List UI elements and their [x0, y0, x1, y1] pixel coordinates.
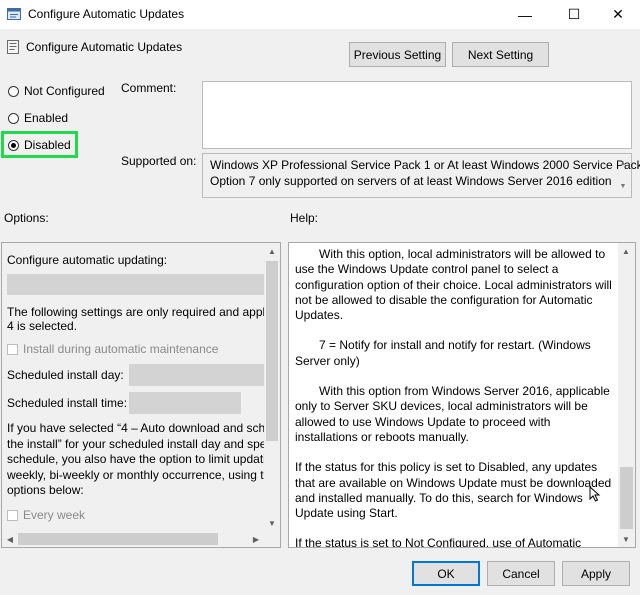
every-week-checkbox[interactable]: Every week — [7, 508, 265, 524]
configure-updating-dropdown[interactable] — [7, 274, 265, 295]
previous-setting-button[interactable]: Previous Setting — [349, 42, 446, 67]
close-icon: ✕ — [612, 6, 624, 22]
scroll-down-arrow-icon[interactable]: ▼ — [615, 177, 631, 197]
info-line: weekly, bi-weekly or monthly occurrence,… — [7, 467, 265, 482]
checkbox-icon — [7, 344, 18, 356]
supported-on-label: Supported on: — [121, 154, 197, 168]
supported-line: Option 7 only supported on servers of at… — [210, 174, 612, 188]
minimize-button[interactable]: — — [502, 0, 548, 29]
policy-setting-icon — [7, 40, 19, 54]
options-horizontal-scrollbar[interactable]: ◀ ▶ — [2, 531, 264, 547]
radio-label: Disabled — [24, 138, 71, 152]
help-text: With this option, local administrators w… — [295, 247, 613, 548]
help-paragraph: With this option from Windows Server 201… — [295, 384, 610, 444]
scroll-down-arrow-icon[interactable]: ▼ — [264, 515, 280, 531]
maximize-icon: ☐ — [567, 6, 581, 22]
info-line: the install” for your scheduled install … — [7, 436, 265, 451]
install-maintenance-label: Install during automatic maintenance — [23, 342, 219, 356]
note-line: 4 is selected. — [7, 319, 78, 333]
scroll-up-arrow-icon[interactable]: ▲ — [615, 154, 631, 174]
minimize-icon: — — [518, 6, 532, 23]
scrollbar-thumb[interactable] — [266, 261, 278, 441]
install-maintenance-checkbox[interactable]: Install during automatic maintenance — [7, 342, 265, 358]
help-paragraph: 7 = Notify for install and notify for re… — [295, 338, 591, 368]
options-panel: Configure automatic updating: The follow… — [1, 242, 281, 548]
scroll-up-arrow-icon[interactable]: ▲ — [618, 243, 634, 259]
install-day-dropdown[interactable] — [129, 364, 265, 386]
policy-title: Configure Automatic Updates — [26, 40, 183, 54]
every-week-label: Every week — [23, 507, 86, 522]
radio-checked-icon — [8, 139, 19, 151]
radio-circle-icon — [8, 112, 19, 124]
scroll-down-arrow-icon[interactable]: ▼ — [618, 531, 634, 547]
install-time-label: Scheduled install time: — [7, 396, 128, 410]
install-time-dropdown[interactable] — [129, 392, 241, 414]
next-setting-button[interactable]: Next Setting — [452, 42, 549, 67]
policy-app-icon — [7, 8, 21, 20]
supported-on-field: Windows XP Professional Service Pack 1 o… — [202, 153, 640, 198]
ok-button[interactable]: OK — [412, 561, 480, 586]
radio-enabled[interactable]: Enabled — [8, 111, 68, 125]
scroll-up-arrow-icon[interactable]: ▲ — [264, 243, 280, 259]
radio-disabled[interactable]: Disabled — [8, 138, 71, 152]
scrollbar-thumb[interactable] — [18, 533, 218, 545]
close-button[interactable]: ✕ — [595, 0, 640, 29]
radio-label: Not Configured — [24, 84, 105, 98]
radio-label: Enabled — [24, 111, 69, 125]
apply-button[interactable]: Apply — [562, 561, 630, 586]
options-label: Options: — [4, 211, 49, 225]
mouse-pointer-icon — [589, 486, 601, 502]
help-label: Help: — [290, 211, 319, 225]
window-title: Configure Automatic Updates — [28, 7, 185, 21]
cancel-button[interactable]: Cancel — [487, 561, 555, 586]
info-line: schedule, you also have the option to li… — [7, 452, 265, 466]
options-vertical-scrollbar[interactable]: ▲ ▼ — [264, 243, 280, 531]
help-paragraph: If the status for this policy is set to … — [295, 460, 612, 521]
help-paragraph: With this option, local administrators w… — [295, 247, 612, 323]
info-line: If you have selected “4 – Auto download … — [7, 421, 265, 435]
maximize-button[interactable]: ☐ — [551, 0, 597, 29]
info-line: options below: — [7, 483, 84, 497]
scrollbar-thumb[interactable] — [620, 467, 633, 529]
radio-circle-icon — [8, 85, 19, 97]
scroll-right-arrow-icon[interactable]: ▶ — [248, 531, 264, 547]
help-paragraph: If the status is set to Not Configured, … — [295, 536, 582, 548]
note-line: The following settings are only required… — [7, 305, 265, 319]
comment-label: Comment: — [121, 81, 177, 95]
radio-not-configured[interactable]: Not Configured — [8, 84, 105, 98]
supported-line: Windows XP Professional Service Pack 1 o… — [210, 158, 640, 172]
install-day-label: Scheduled install day: — [7, 368, 124, 382]
comment-textarea[interactable] — [202, 81, 632, 149]
scroll-left-arrow-icon[interactable]: ◀ — [2, 531, 18, 547]
help-panel: With this option, local administrators w… — [288, 242, 636, 548]
configure-updating-label: Configure automatic updating: — [7, 253, 168, 267]
checkbox-icon — [7, 509, 18, 521]
help-vertical-scrollbar[interactable]: ▲ ▼ — [618, 243, 635, 547]
options-content: Configure automatic updating: The follow… — [7, 253, 265, 524]
